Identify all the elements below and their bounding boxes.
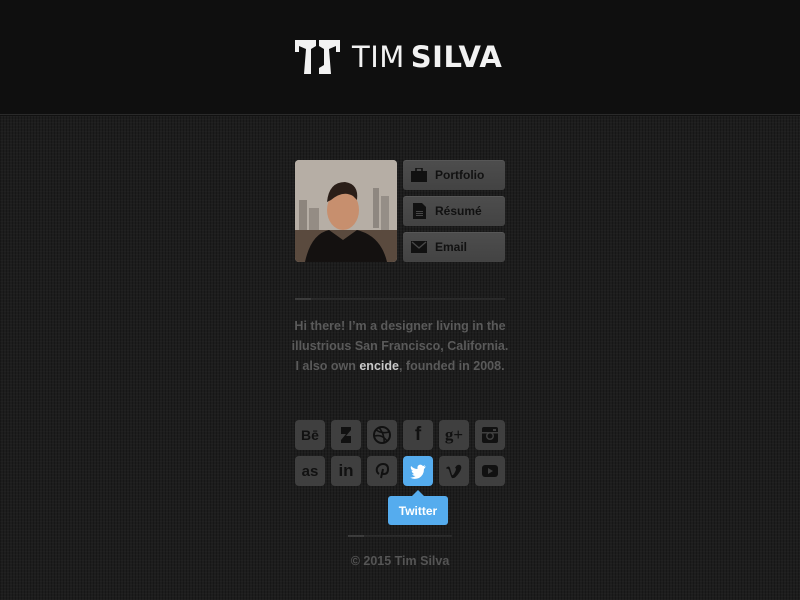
lastfm-button[interactable]: as: [295, 456, 325, 486]
document-icon: [411, 203, 427, 219]
google-plus-button[interactable]: g+: [439, 420, 469, 450]
ts-monogram-icon: [295, 40, 340, 74]
pinterest-icon: [375, 462, 390, 479]
profile-photo-image: [295, 160, 397, 262]
twitter-icon: [410, 464, 426, 479]
instagram-icon: [482, 427, 498, 443]
logo[interactable]: TIM SILVA: [295, 40, 502, 74]
bio-line-1: Hi there! I’m a designer living in the: [294, 319, 506, 333]
bio-line-2: illustrious San Francisco, California.: [291, 339, 509, 353]
portfolio-label: Portfolio: [435, 168, 485, 182]
deviantart-icon: [341, 427, 351, 443]
instagram-button[interactable]: [475, 420, 505, 450]
logo-last-name: SILVA: [410, 40, 503, 74]
linkedin-icon: in: [338, 461, 354, 480]
dribbble-button[interactable]: [367, 420, 397, 450]
footer-divider: [348, 535, 452, 537]
encide-link[interactable]: encide: [359, 359, 399, 373]
bio-line-3-pre: I also own: [295, 359, 360, 373]
bio-text: Hi there! I’m a designer living in the i…: [285, 316, 515, 376]
profile-photo: [295, 160, 397, 262]
youtube-icon: [482, 465, 498, 477]
twitter-button[interactable]: [403, 456, 433, 486]
vimeo-button[interactable]: [439, 456, 469, 486]
facebook-button[interactable]: f: [403, 420, 433, 450]
behance-icon: Bē: [301, 427, 319, 443]
logo-wordmark: TIM SILVA: [352, 40, 502, 74]
bio-line-3: I also own encide, founded in 2008.: [285, 356, 515, 376]
resume-button[interactable]: Résumé: [403, 196, 505, 226]
bio-line-3-post: , founded in 2008.: [398, 359, 505, 373]
deviantart-button[interactable]: [331, 420, 361, 450]
facebook-icon: f: [414, 424, 422, 445]
logo-first-name: TIM: [352, 40, 405, 74]
youtube-button[interactable]: [475, 456, 505, 486]
footer-divider-accent: [348, 535, 364, 537]
pinterest-button[interactable]: [367, 456, 397, 486]
copyright: © 2015 Tim Silva: [350, 554, 450, 568]
divider-accent: [295, 298, 311, 300]
divider: [295, 298, 505, 300]
email-button[interactable]: Email: [403, 232, 505, 262]
linkedin-button[interactable]: in: [331, 456, 361, 486]
envelope-icon: [411, 239, 427, 255]
dribbble-icon: [373, 426, 391, 444]
twitter-tooltip: Twitter: [388, 490, 448, 525]
briefcase-icon: [411, 167, 427, 183]
resume-label: Résumé: [435, 204, 482, 218]
lastfm-icon: as: [301, 462, 319, 480]
portfolio-button[interactable]: Portfolio: [403, 160, 505, 190]
behance-button[interactable]: Bē: [295, 420, 325, 450]
email-label: Email: [435, 240, 468, 254]
google-plus-icon: g+: [444, 425, 464, 444]
site-header: TIM SILVA: [0, 0, 800, 115]
vimeo-icon: [446, 464, 462, 479]
